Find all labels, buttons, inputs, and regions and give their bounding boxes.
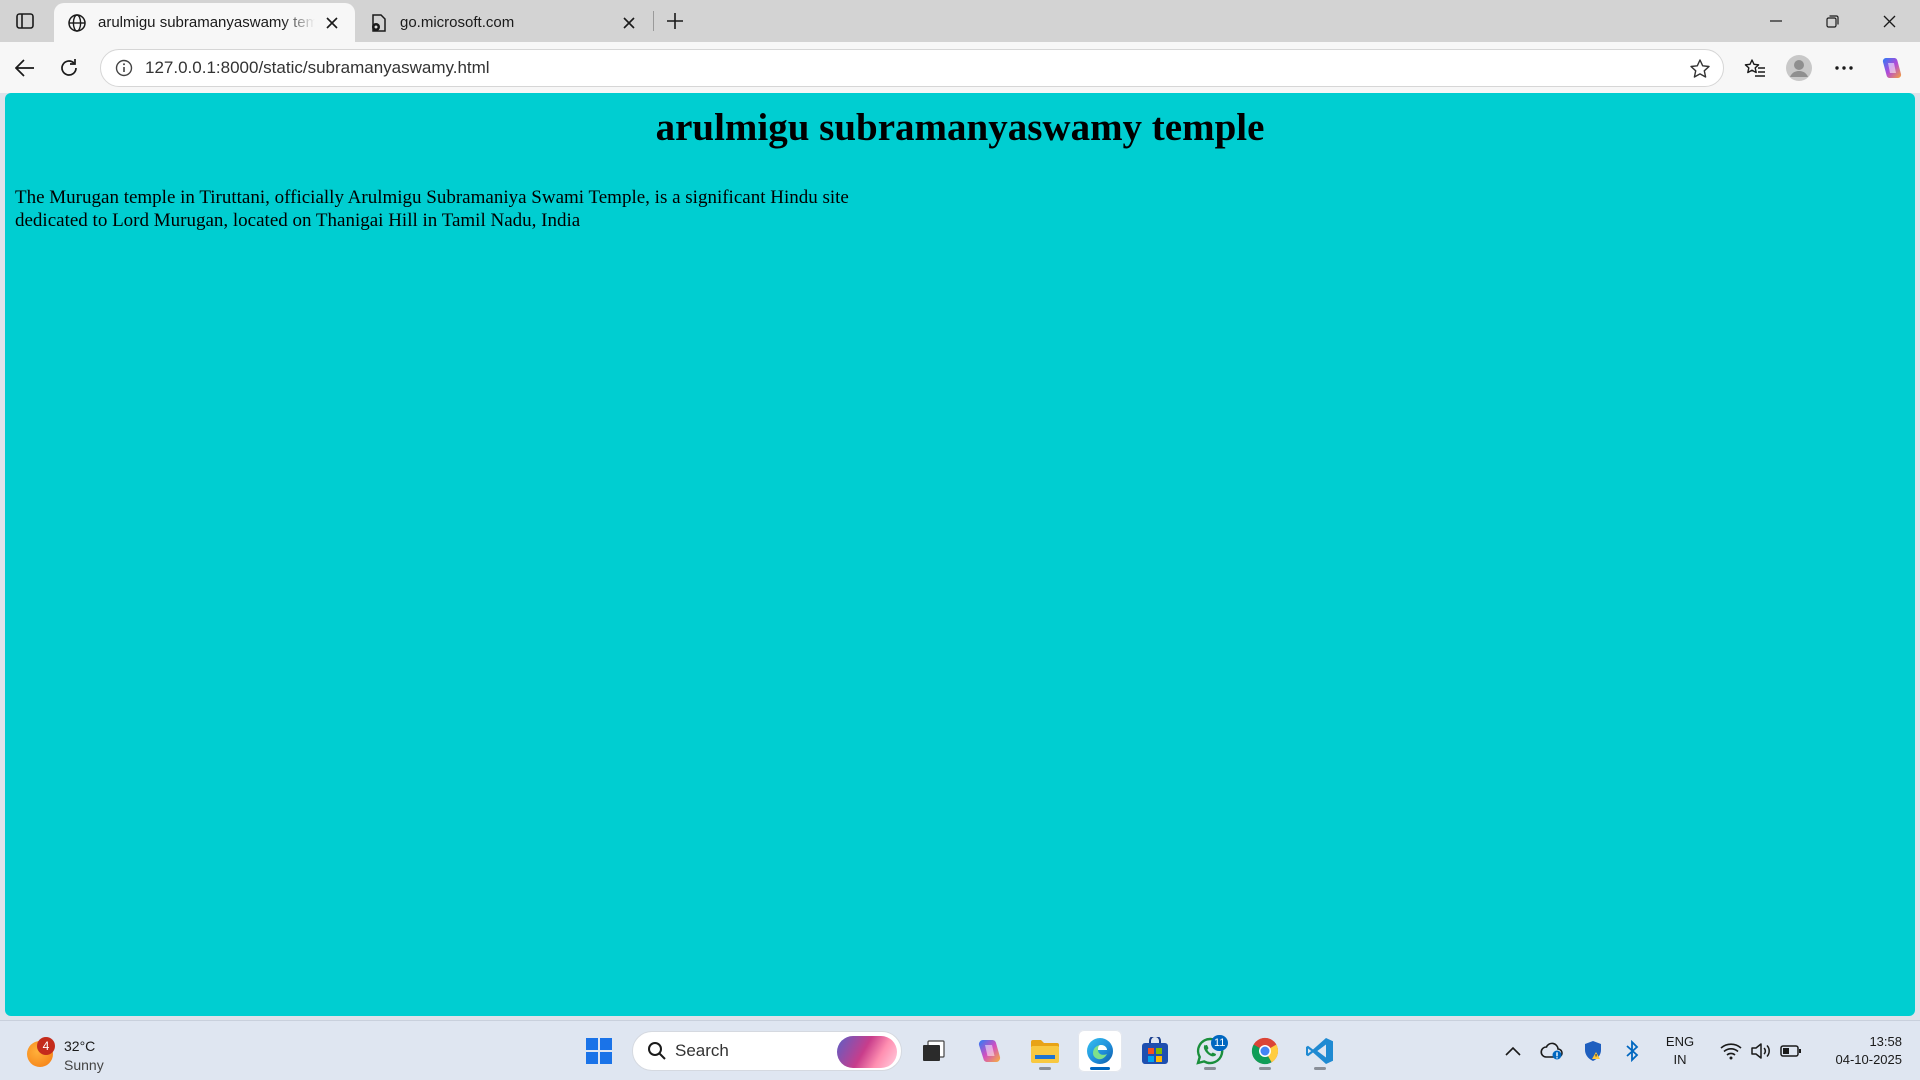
tab-strip: arulmigu subramanyaswamy temple go.micro… [0, 0, 1920, 42]
search-placeholder: Search [675, 1041, 729, 1060]
address-bar[interactable]: 127.0.0.1:8000/static/subramanyaswamy.ht… [100, 49, 1724, 87]
tab-active[interactable]: arulmigu subramanyaswamy temple [54, 3, 355, 42]
bluetooth-tray-icon[interactable] [1619, 1033, 1645, 1069]
copilot-taskbar-button[interactable] [967, 1030, 1011, 1072]
minimize-icon [1769, 20, 1782, 22]
ellipsis-icon [1835, 66, 1853, 70]
site-info-icon[interactable] [105, 50, 143, 86]
copilot-icon [978, 1040, 1001, 1062]
show-hidden-icons-button[interactable] [1500, 1033, 1526, 1069]
edge-button[interactable] [1078, 1030, 1122, 1072]
whatsapp-badge: 11 [1211, 1035, 1229, 1051]
favorites-list-icon [1744, 59, 1765, 77]
file-explorer-button[interactable] [1023, 1030, 1067, 1072]
browser-toolbar: 127.0.0.1:8000/static/subramanyaswamy.ht… [0, 42, 1920, 93]
battery-icon [1780, 1045, 1801, 1057]
avatar-icon [1786, 55, 1812, 81]
chevron-up-icon [1505, 1046, 1521, 1056]
favorites-button[interactable] [1738, 51, 1772, 85]
running-indicator [1259, 1067, 1271, 1070]
tab-title: go.microsoft.com [400, 14, 515, 31]
vscode-button[interactable] [1298, 1030, 1342, 1072]
windows-logo-icon [586, 1038, 612, 1064]
tab-title: arulmigu subramanyaswamy temple [98, 14, 315, 31]
refresh-icon [61, 59, 77, 76]
microsoft-store-button[interactable] [1133, 1030, 1177, 1072]
tab-separator [653, 11, 654, 31]
minimize-button[interactable] [1747, 0, 1804, 42]
tab-actions-button[interactable] [10, 8, 40, 34]
sidebar-panel-icon [16, 13, 34, 29]
active-indicator [1090, 1067, 1110, 1070]
clock-time: 13:58 [1869, 1034, 1902, 1049]
weather-temperature: 32°C [64, 1038, 96, 1054]
chrome-button[interactable] [1243, 1030, 1287, 1072]
clock[interactable]: 13:58 04-10-2025 [1812, 1033, 1903, 1069]
tab-inactive[interactable]: go.microsoft.com [356, 3, 652, 42]
running-indicator [1314, 1067, 1326, 1070]
onedrive-tray-icon[interactable] [1537, 1033, 1567, 1069]
close-window-button[interactable] [1861, 0, 1918, 42]
taskbar: 4 32°C Sunny Search 11 ENG IN 13:58 04-1… [0, 1020, 1920, 1080]
globe-icon [66, 12, 88, 34]
weather-widget[interactable]: 4 32°C Sunny [24, 1031, 114, 1073]
whatsapp-button[interactable]: 11 [1188, 1030, 1232, 1072]
search-highlight-image [837, 1036, 897, 1068]
task-view-icon [923, 1040, 945, 1061]
profile-button[interactable] [1782, 51, 1816, 85]
language-region: IN [1673, 1052, 1687, 1067]
start-button[interactable] [577, 1030, 621, 1072]
task-view-button[interactable] [912, 1030, 956, 1072]
vscode-icon [1306, 1038, 1333, 1064]
edge-icon [1087, 1038, 1113, 1064]
close-tab-icon[interactable] [618, 12, 640, 34]
running-indicator [1204, 1067, 1216, 1070]
copilot-button[interactable] [1874, 51, 1908, 85]
shield-icon [1585, 1041, 1601, 1061]
copilot-icon [1882, 58, 1902, 78]
weather-condition: Sunny [64, 1057, 104, 1073]
close-tab-icon[interactable] [321, 12, 343, 34]
page-icon [368, 12, 390, 34]
more-options-button[interactable] [1827, 51, 1861, 85]
page-paragraph: The Murugan temple in Tiruttani, officia… [15, 187, 849, 231]
favorite-star-icon[interactable] [1687, 56, 1713, 82]
language-indicator[interactable]: ENG IN [1655, 1033, 1705, 1069]
back-button[interactable] [8, 51, 42, 85]
clock-date: 04-10-2025 [1835, 1052, 1903, 1067]
wifi-icon [1720, 1043, 1742, 1060]
weather-badge: 4 [37, 1037, 55, 1055]
restore-icon [1826, 14, 1839, 28]
page-heading: arulmigu subramanyaswamy temple [655, 106, 1265, 149]
folder-icon [1031, 1040, 1059, 1063]
taskbar-search-box[interactable]: Search [632, 1031, 902, 1071]
quick-settings-button[interactable] [1716, 1033, 1806, 1069]
running-indicator [1039, 1067, 1051, 1070]
arrow-left-icon [15, 59, 34, 77]
volume-icon [1751, 1043, 1770, 1059]
chrome-icon [1251, 1037, 1279, 1065]
refresh-button[interactable] [52, 51, 86, 85]
new-tab-button[interactable] [660, 7, 690, 35]
search-icon [648, 1042, 666, 1060]
plus-icon [667, 13, 683, 29]
close-icon [1883, 15, 1896, 27]
language-code: ENG [1665, 1034, 1695, 1049]
page-viewport: arulmigu subramanyaswamy temple The Muru… [5, 93, 1915, 1016]
restore-button[interactable] [1804, 0, 1861, 42]
address-url: 127.0.0.1:8000/static/subramanyaswamy.ht… [145, 58, 490, 77]
store-icon [1142, 1037, 1168, 1064]
bluetooth-icon [1626, 1040, 1639, 1062]
cloud-icon [1540, 1042, 1563, 1060]
security-tray-icon[interactable] [1578, 1033, 1608, 1069]
